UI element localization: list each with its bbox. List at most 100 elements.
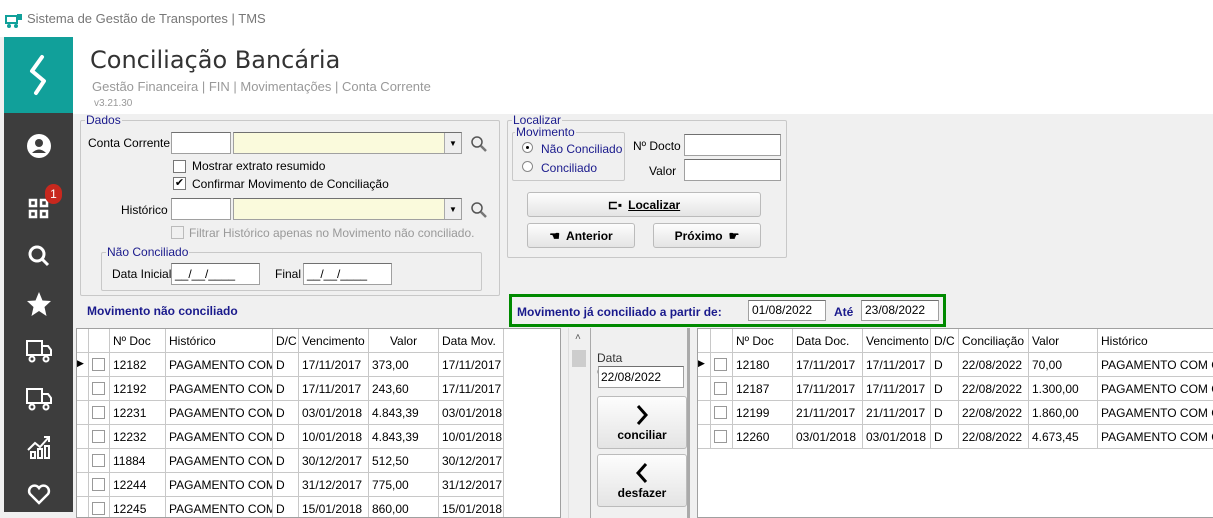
- data-inicial-input[interactable]: __/__/____: [171, 263, 260, 285]
- table-row[interactable]: 12244 PAGAMENTO COM D 31/12/2017 775,00 31/12…: [77, 473, 504, 497]
- anterior-button-label: Anterior: [566, 228, 613, 243]
- table-row[interactable]: 12231 PAGAMENTO COM D 03/01/2018 4.843,39 03/…: [77, 401, 504, 425]
- scroll-thumb[interactable]: [572, 350, 586, 367]
- table-cell: 12245: [110, 497, 166, 517]
- desfazer-button[interactable]: desfazer: [597, 454, 687, 507]
- valor-input[interactable]: [684, 159, 781, 181]
- ndocto-input[interactable]: [684, 134, 781, 156]
- conciliado-to-input[interactable]: 23/08/2022: [861, 300, 939, 321]
- historico-code-input[interactable]: [171, 198, 231, 220]
- localizar-button[interactable]: ⊏▪ Localizar: [527, 192, 761, 217]
- conta-corrente-code-input[interactable]: [171, 132, 231, 154]
- radio-conciliado[interactable]: [522, 161, 533, 172]
- checkbox[interactable]: [92, 406, 105, 419]
- checkbox[interactable]: [92, 358, 105, 371]
- final-input[interactable]: __/__/____: [303, 263, 392, 285]
- sidebar-item-search[interactable]: [4, 234, 73, 278]
- checkbox[interactable]: [92, 382, 105, 395]
- historico-select[interactable]: ▼: [233, 198, 462, 220]
- table-row[interactable]: 12245 PAGAMENTO COM D 15/01/2018 860,00 15/01…: [77, 497, 504, 517]
- column-header[interactable]: Data Doc.: [793, 329, 863, 353]
- row-checkbox[interactable]: [89, 353, 110, 377]
- column-header[interactable]: D/C: [931, 329, 959, 353]
- page-header: Conciliação Bancária Gestão Financeira |…: [73, 37, 1213, 114]
- column-header[interactable]: Conciliação: [959, 329, 1029, 353]
- checkbox[interactable]: [714, 358, 727, 371]
- conta-corrente-select[interactable]: ▼: [233, 132, 462, 154]
- search-icon[interactable]: [470, 135, 488, 153]
- row-checkbox[interactable]: [89, 401, 110, 425]
- table-row[interactable]: 12232 PAGAMENTO COM D 10/01/2018 4.843,39 10/…: [77, 425, 504, 449]
- chevron-down-icon[interactable]: ▼: [444, 133, 461, 153]
- sidebar-item-reports[interactable]: [4, 425, 73, 469]
- table-header: Nº Doc Histórico D/C Vencimento Valor Data Mo…: [77, 329, 504, 353]
- page-title: Conciliação Bancária: [90, 46, 341, 74]
- table-row[interactable]: 12199 21/11/2017 21/11/2017 D 22/08/2022 1.86…: [698, 401, 1213, 425]
- logo[interactable]: [4, 37, 73, 113]
- chevron-down-icon[interactable]: ▼: [444, 199, 461, 219]
- row-checkbox[interactable]: [89, 449, 110, 473]
- table-row[interactable]: ▶ 12182 PAGAMENTO COM D 17/11/2017 373,00 17/1…: [77, 353, 504, 377]
- table-row[interactable]: 12192 PAGAMENTO COM D 17/11/2017 243,60 17/11…: [77, 377, 504, 401]
- sidebar-item-favorites[interactable]: [4, 282, 73, 326]
- table-row[interactable]: ▶ 12180 17/11/2017 17/11/2017 D 22/08/2022 70,…: [698, 353, 1213, 377]
- scroll-up-icon[interactable]: ˄: [575, 332, 581, 343]
- column-header[interactable]: Vencimento: [299, 329, 369, 353]
- checkbox[interactable]: [714, 430, 727, 443]
- heart-icon: [27, 484, 50, 505]
- row-checkbox[interactable]: [711, 377, 733, 401]
- column-header[interactable]: Nº Doc: [733, 329, 793, 353]
- row-checkbox[interactable]: [89, 473, 110, 497]
- row-checkbox[interactable]: [89, 497, 110, 517]
- row-checkbox[interactable]: [711, 425, 733, 449]
- confirmar-movimento-checkbox[interactable]: ✔: [173, 177, 186, 190]
- row-checkbox[interactable]: [711, 401, 733, 425]
- sidebar-item-transport[interactable]: [4, 329, 73, 373]
- column-header[interactable]: Histórico: [1098, 329, 1213, 353]
- table-cell: D: [931, 401, 959, 425]
- notification-badge: 1: [45, 184, 62, 204]
- table-row[interactable]: 12260 03/01/2018 03/01/2018 D 22/08/2022 4.67…: [698, 425, 1213, 449]
- checkbox[interactable]: [714, 406, 727, 419]
- left-grid-scrollbar[interactable]: ˄: [568, 328, 590, 518]
- checkbox[interactable]: [714, 382, 727, 395]
- row-checkbox[interactable]: [89, 377, 110, 401]
- radio-nao-conciliado[interactable]: [522, 142, 533, 153]
- column-header[interactable]: Nº Doc: [110, 329, 166, 353]
- column-header[interactable]: Data Mov.: [439, 329, 504, 353]
- checkbox[interactable]: [92, 454, 105, 467]
- column-header[interactable]: Vencimento: [863, 329, 931, 353]
- column-header[interactable]: D/C: [273, 329, 299, 353]
- filtrar-historico-checkbox[interactable]: [171, 226, 184, 239]
- table-cell: 17/11/2017: [439, 377, 504, 401]
- sidebar-item-user[interactable]: [4, 124, 73, 168]
- data-conciliacao-input[interactable]: 22/08/2022: [598, 366, 684, 388]
- row-indicator: [77, 377, 89, 401]
- mostrar-extrato-checkbox[interactable]: [173, 160, 186, 173]
- column-header[interactable]: Valor: [1029, 329, 1098, 353]
- sidebar-item-transport-2[interactable]: [4, 377, 73, 421]
- row-checkbox[interactable]: [89, 425, 110, 449]
- table-row[interactable]: 11884 PAGAMENTO COM D 30/12/2017 512,50 30/12…: [77, 449, 504, 473]
- conciliado-from-input[interactable]: 01/08/2022: [748, 300, 826, 321]
- conciliar-button[interactable]: conciliar: [597, 396, 687, 449]
- middle-panel: Data Conciliação 22/08/2022 conciliar de…: [590, 328, 690, 518]
- proximo-button[interactable]: Próximo ☛: [653, 223, 761, 248]
- table-cell: D: [273, 377, 299, 401]
- sidebar-item-favorites-heart[interactable]: [4, 472, 73, 516]
- anterior-button[interactable]: ☚ Anterior: [527, 223, 635, 248]
- table-cell: 22/08/2022: [959, 377, 1029, 401]
- checkbox[interactable]: [92, 502, 105, 515]
- checkbox[interactable]: [92, 430, 105, 443]
- search-icon[interactable]: [470, 201, 488, 219]
- row-checkbox[interactable]: [711, 353, 733, 377]
- column-header[interactable]: Valor: [369, 329, 439, 353]
- chart-icon: [26, 436, 50, 459]
- desfazer-button-label: desfazer: [617, 485, 667, 500]
- checkbox[interactable]: [92, 478, 105, 491]
- movimento-legend: Movimento: [516, 125, 575, 139]
- table-cell: 15/01/2018: [439, 497, 504, 517]
- column-header[interactable]: Histórico: [166, 329, 273, 353]
- sidebar-item-apps[interactable]: 1: [4, 184, 73, 231]
- table-row[interactable]: 12187 17/11/2017 17/11/2017 D 22/08/2022 1.30…: [698, 377, 1213, 401]
